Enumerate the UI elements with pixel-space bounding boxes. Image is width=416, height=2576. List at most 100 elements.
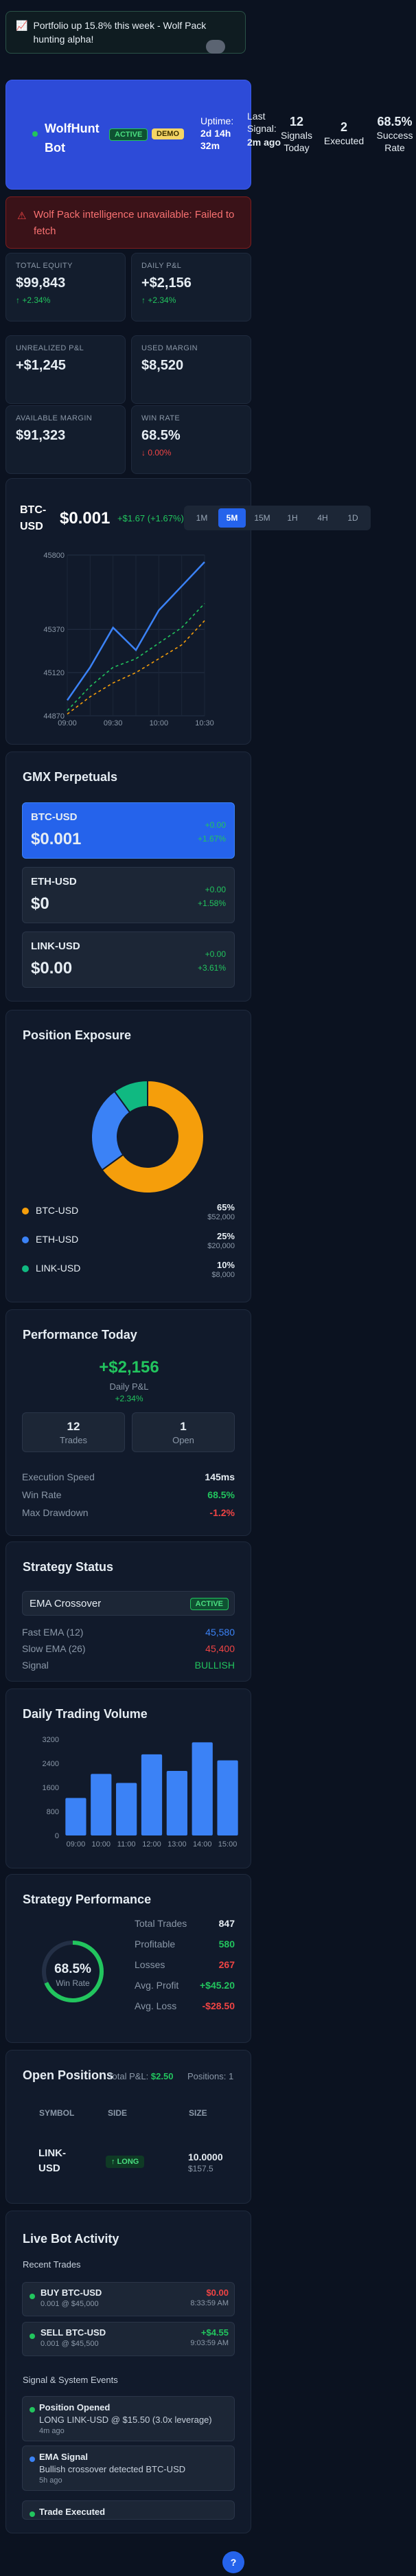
strategy-perf-value: 267	[218, 1959, 235, 1970]
strategy-row-value: 45,580	[205, 1627, 235, 1638]
trade-pnl: $0.00	[206, 2287, 229, 2298]
timeframe-selector: 1M 5M 15M 1H 4H 1D	[184, 506, 371, 530]
perp-btc-usd[interactable]: BTC-USD $0.001 +0.00 +1.67%	[22, 802, 235, 859]
win-rate-value: 68.5%	[54, 1962, 91, 1976]
trade-item[interactable]: BUY BTC-USD 0.001 @ $45,000 $0.00 8:33:59 A…	[22, 2282, 235, 2316]
last-signal-label: Last Signal:	[247, 111, 277, 134]
strategy-row: Fast EMA (12) 45,580	[22, 1627, 235, 1640]
positions-count: Positions: 1	[187, 2071, 234, 2081]
legend-name: BTC-USD	[36, 1205, 79, 1216]
trade-item[interactable]: SELL BTC-USD 0.001 @ $45,500 +$4.55 9:03:59…	[22, 2322, 235, 2356]
metric-card: DAILY P&L +$2,156 ↑ +2.34%	[131, 253, 251, 321]
trade-title: SELL BTC-USD	[41, 2327, 106, 2338]
y-tick-label: 45370	[43, 626, 65, 634]
open-positions-title: Open Positions	[23, 2068, 114, 2082]
timeframe-1H[interactable]: 1H	[279, 508, 306, 528]
metric-value: 68.5%	[141, 428, 181, 443]
strategy-perf-label: Losses	[135, 1959, 165, 1970]
exposure-donut-chart	[91, 1079, 205, 1194]
y-tick-label: 45120	[43, 669, 65, 677]
strategy-perf-row: Losses 267	[135, 1959, 235, 1973]
perp-change-pct: +1.67%	[197, 834, 226, 844]
success-rate: 68.5% Success Rate	[374, 114, 415, 154]
metric-value: $99,843	[16, 275, 66, 291]
strategy-row-label: Slow EMA (26)	[22, 1643, 86, 1654]
legend-dot	[22, 1265, 29, 1272]
metric-value: +$2,156	[141, 275, 192, 291]
strategy-row-value: BULLISH	[194, 1660, 235, 1671]
strategy-perf-row: Total Trades 847	[135, 1918, 235, 1932]
metric-label: USED MARGIN	[141, 344, 198, 352]
perp-link-usd[interactable]: LINK-USD $0.00 +0.00 +3.61%	[22, 931, 235, 988]
arrow-down-icon: ↓	[141, 448, 148, 457]
chart-symbol: BTC-USD	[20, 504, 47, 532]
x-tick-label: 13:00	[167, 1840, 187, 1849]
active-badge: ACTIVE	[109, 128, 148, 141]
position-size-usd: $157.5	[188, 2164, 213, 2173]
metric-label: AVAILABLE MARGIN	[16, 414, 93, 422]
strategy-perf-value: +$45.20	[200, 1980, 235, 1991]
volume-bar	[65, 1798, 86, 1835]
x-tick-label: 12:00	[142, 1840, 161, 1849]
strategy-selector[interactable]: EMA Crossover ACTIVE	[22, 1591, 235, 1616]
win-rate-label: Win Rate	[56, 1978, 90, 1988]
event-item[interactable]: EMA Signal Bullish crossover detected BTC…	[22, 2445, 235, 2491]
help-button[interactable]: ?	[222, 2551, 244, 2573]
metric-value: $8,520	[141, 358, 184, 373]
event-item[interactable]: Position Opened LONG LINK-USD @ $15.50 (3…	[22, 2396, 235, 2441]
error-alert: ⚠ Wolf Pack intelligence unavailable: Fa…	[5, 196, 251, 249]
strategy-perf-label: Avg. Loss	[135, 2000, 177, 2011]
toast-close-button[interactable]	[206, 40, 225, 54]
y-tick-label: 800	[47, 1808, 59, 1816]
legend-pct: 25%	[216, 1231, 235, 1241]
long-badge: ↑ LONG	[106, 2156, 145, 2168]
event-title: Trade Executed	[39, 2507, 106, 2517]
chart-price: $0.001	[60, 509, 111, 528]
total-pnl: Total P&L: $2.50	[108, 2071, 173, 2081]
uptime: Uptime: 2d 14h 32m	[200, 115, 249, 152]
perp-price: $0.001	[31, 830, 82, 848]
demo-badge: DEMO	[152, 128, 184, 139]
volume-bar	[91, 1774, 112, 1835]
stat-label: Max Drawdown	[22, 1507, 89, 1518]
volume-bar	[141, 1754, 163, 1835]
strategy-perf-value: 580	[218, 1939, 235, 1950]
open-box: 1 Open	[132, 1412, 235, 1452]
strategy-name: EMA Crossover	[30, 1598, 102, 1609]
strategy-perf-label: Profitable	[135, 1939, 176, 1950]
activity-title: Live Bot Activity	[23, 2232, 119, 2246]
metric-label: WIN RATE	[141, 414, 181, 422]
event-item[interactable]: Trade Executed	[22, 2500, 235, 2520]
open-positions-card: Open Positions Total P&L: $2.50 Position…	[5, 2050, 251, 2204]
bot-status-card: WolfHunt Bot ACTIVE DEMO Uptime: 2d 14h …	[5, 80, 251, 190]
perp-change-abs: +0.00	[205, 885, 226, 894]
timeframe-15M[interactable]: 15M	[249, 508, 276, 528]
strategy-perf-value: -$28.50	[202, 2000, 235, 2011]
trades-box: 12 Trades	[22, 1412, 125, 1452]
position-side: LONG	[117, 2158, 139, 2166]
volume-bar	[166, 1770, 187, 1835]
stat-value: -1.2%	[209, 1507, 235, 1518]
table-row[interactable]: LINK-USD ↑ LONG 10.0000 $157.5	[22, 2139, 235, 2180]
timeframe-4H[interactable]: 4H	[309, 508, 336, 528]
volume-bar	[192, 1742, 213, 1835]
position-size: 10.0000	[188, 2151, 223, 2162]
perp-eth-usd[interactable]: ETH-USD $0 +0.00 +1.58%	[22, 867, 235, 923]
bot-name: WolfHunt Bot	[45, 122, 100, 155]
strategy-row: Slow EMA (26) 45,400	[22, 1643, 235, 1657]
legend-dot	[22, 1208, 29, 1214]
legend-item: BTC-USD 65% $52,000	[22, 1202, 235, 1227]
timeframe-5M[interactable]: 5M	[218, 508, 246, 528]
timeframe-1D[interactable]: 1D	[339, 508, 367, 528]
legend-value: $20,000	[207, 1242, 235, 1250]
metric-card: WIN RATE 68.5% ↓ 0.00%	[131, 405, 251, 474]
metric-change-value: +2.34%	[22, 295, 51, 305]
timeframe-1M[interactable]: 1M	[188, 508, 216, 528]
legend-value: $8,000	[211, 1271, 235, 1279]
events-label: Signal & System Events	[23, 2375, 118, 2385]
strategy-row-value: 45,400	[205, 1643, 235, 1654]
stat-value: 145ms	[205, 1471, 235, 1482]
perp-price: $0	[31, 894, 49, 913]
stat-row: Win Rate 68.5%	[22, 1489, 235, 1503]
col-size: SIZE	[189, 2108, 207, 2118]
